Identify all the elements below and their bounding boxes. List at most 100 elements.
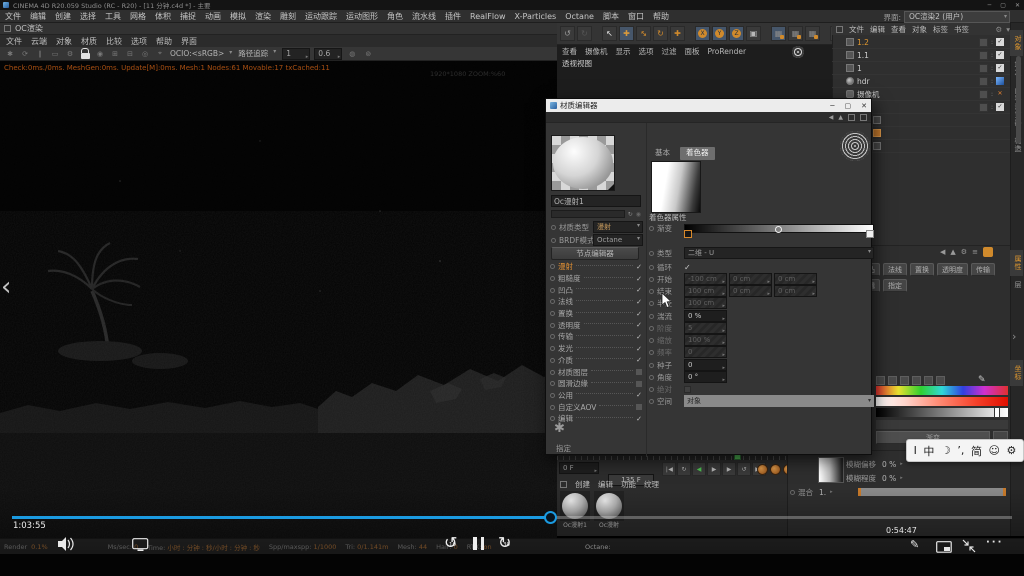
render-view[interactable] — [0, 61, 557, 538]
viewport-menu-item[interactable]: 显示 — [616, 46, 631, 57]
menu-item[interactable]: 文件 — [5, 11, 21, 22]
state-tag-icon[interactable] — [996, 51, 1004, 59]
check-icon[interactable] — [636, 275, 642, 283]
collapse-icon[interactable] — [962, 539, 976, 555]
toolbar-icon[interactable]: ↖ — [602, 26, 617, 41]
menu-item[interactable]: 角色 — [387, 11, 403, 22]
volume-icon[interactable] — [58, 537, 76, 553]
visibility-tag-icon[interactable] — [979, 64, 988, 73]
side-tab[interactable]: 对象 — [1010, 30, 1023, 56]
absolute-checkbox[interactable] — [684, 386, 691, 393]
channel-row[interactable]: 透明度 — [548, 319, 644, 331]
menu-item[interactable]: 脚本 — [603, 11, 619, 22]
octane-tool-icon[interactable] — [79, 48, 91, 60]
color-mode-icon[interactable] — [888, 376, 897, 385]
pause-icon[interactable] — [473, 537, 484, 550]
om-menu-item[interactable]: 文件 — [849, 24, 864, 35]
om-menu-item[interactable]: 对象 — [912, 24, 927, 35]
pip-icon[interactable] — [936, 541, 952, 555]
octane-tool-icon[interactable]: ⊟ — [124, 48, 136, 60]
mode-icon[interactable] — [983, 247, 993, 257]
menu-item[interactable]: 插件 — [445, 11, 461, 22]
check-icon[interactable] — [636, 310, 642, 318]
visibility-tag-icon[interactable] — [979, 103, 988, 112]
octane-menu-item[interactable]: 云端 — [31, 36, 47, 47]
om-menu-item[interactable]: 查看 — [891, 24, 906, 35]
toolbar-icon[interactable]: ✚ — [670, 26, 685, 41]
box-icon[interactable] — [636, 404, 642, 410]
octane-menu-item[interactable]: 文件 — [6, 36, 22, 47]
channel-row[interactable]: 置换 — [548, 308, 644, 320]
visibility-tag-icon[interactable] — [979, 51, 988, 60]
ime-item[interactable]: ’, — [957, 444, 964, 457]
dialog-tab[interactable]: 基本 — [649, 147, 676, 160]
oc-extra-icon[interactable]: ⊚ — [362, 48, 374, 60]
visibility-tag-icon[interactable] — [979, 77, 988, 86]
object-row[interactable]: 1.1 : — [832, 49, 1010, 62]
channel-row[interactable]: 自定义AOV — [548, 401, 644, 413]
toolbar-icon[interactable]: ▦ — [805, 26, 820, 41]
state-tag-icon[interactable] — [996, 103, 1004, 111]
gradient-knot-right[interactable] — [866, 230, 874, 238]
channel-row[interactable]: 公用 — [548, 390, 644, 402]
turbulence-field[interactable]: 0 % — [684, 310, 727, 322]
back-icon[interactable]: ◀ — [940, 248, 945, 256]
transport-button[interactable]: ↺ — [737, 462, 751, 476]
panel-expand-icon[interactable]: › — [1012, 330, 1016, 343]
menu-item[interactable]: 工具 — [105, 11, 121, 22]
channel-row[interactable]: 漫射 — [548, 261, 644, 273]
state-tag-icon[interactable] — [996, 90, 1004, 98]
check-icon[interactable] — [636, 333, 642, 341]
octane-menu-item[interactable]: 材质 — [81, 36, 97, 47]
ime-item[interactable]: ☽ — [941, 444, 951, 457]
viewport-menu-item[interactable]: 面板 — [685, 46, 700, 57]
ime-item[interactable]: 中 — [923, 443, 934, 459]
toolbar-icon[interactable]: X — [695, 26, 710, 41]
toolbar-icon[interactable]: ↻ — [577, 26, 592, 41]
channel-button[interactable]: 指定 — [883, 279, 907, 292]
list-icon[interactable]: ≡ — [972, 248, 978, 256]
start-x-field[interactable]: -100 cm — [684, 273, 727, 285]
check-icon[interactable] — [636, 286, 642, 294]
seed-field[interactable]: 0 — [684, 359, 727, 371]
object-row[interactable]: hdr : — [832, 75, 1010, 88]
octane-tool-icon[interactable]: ⚙ — [64, 48, 76, 60]
record-key-icon[interactable] — [757, 464, 768, 475]
value-marker[interactable] — [994, 407, 1000, 418]
dots-tag-icon[interactable]: : — [991, 91, 993, 98]
octane-menu-item[interactable]: 比较 — [106, 36, 122, 47]
frequency-field[interactable]: 0 — [684, 346, 727, 358]
state-tag-icon[interactable] — [996, 38, 1004, 46]
channel-button[interactable]: 传输 — [971, 263, 995, 276]
dialog-titlebar[interactable]: 材质编辑器 ─ ▢ ✕ — [546, 99, 871, 112]
viewport-menu-item[interactable]: 选项 — [639, 46, 654, 57]
octane-tool-icon[interactable]: ⌖ — [154, 48, 166, 60]
minimize-icon[interactable]: ─ — [830, 102, 834, 110]
more-options-icon[interactable]: ··· — [986, 537, 1003, 548]
dialog-tab[interactable]: 着色器 — [680, 147, 715, 160]
value-bar[interactable] — [876, 408, 1008, 417]
radius-field[interactable]: 100 cm — [684, 297, 727, 309]
octane-tool-icon[interactable]: ◎ — [139, 48, 151, 60]
channel-row[interactable]: 圆滑边缘 — [548, 378, 644, 390]
box-icon[interactable] — [636, 369, 642, 375]
refresh-icon[interactable]: ↻ — [628, 211, 633, 218]
visibility-tag-icon[interactable] — [979, 90, 988, 99]
octane-tool-icon[interactable]: ◉ — [94, 48, 106, 60]
material-name-field[interactable]: Oc漫射1 — [551, 195, 641, 207]
interpolation-value[interactable]: 0 % — [882, 474, 896, 483]
visibility-tag-icon[interactable] — [979, 38, 988, 47]
menu-item[interactable]: RealFlow — [470, 12, 506, 21]
transport-button[interactable]: ▶ — [722, 462, 736, 476]
transport-button[interactable]: ◀ — [692, 462, 706, 476]
octane-menu-item[interactable]: 对象 — [56, 36, 72, 47]
toolbar-icon[interactable]: ↔ — [636, 26, 651, 41]
menu-item[interactable]: Octane — [565, 12, 594, 21]
octane-tool-icon[interactable]: ✱ — [4, 48, 16, 60]
side-tab[interactable]: 属性 — [1010, 250, 1023, 276]
dots-tag-icon[interactable]: : — [991, 39, 993, 46]
check-icon[interactable] — [636, 263, 642, 271]
space-dropdown[interactable]: 对象 — [684, 395, 874, 407]
channel-row[interactable]: 凹凸 — [548, 284, 644, 296]
box-icon[interactable] — [636, 381, 642, 387]
